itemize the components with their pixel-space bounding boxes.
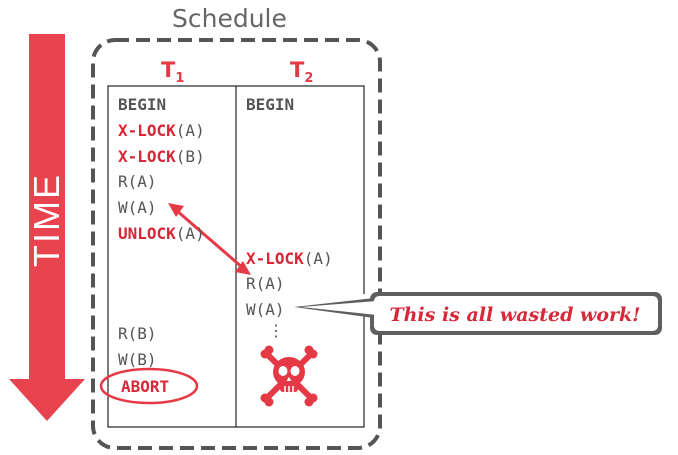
schedule-diagram: TIME Schedule T1 T2 BEGIN X-LOCK(A) X-LO… — [0, 0, 678, 455]
t1-begin: BEGIN — [118, 95, 167, 114]
t2-write-a: W(A) — [246, 300, 285, 319]
t1-header-letter: T — [161, 58, 176, 82]
diagram-graphics — [9, 34, 662, 450]
t1-unlock-a-arg: (A) — [175, 224, 205, 243]
t2-begin: BEGIN — [246, 95, 295, 114]
t2-header-letter: T — [290, 58, 305, 82]
t2-xlock-a: X-LOCK(A) — [246, 249, 333, 269]
t1-xlock-b: X-LOCK(B) — [118, 147, 205, 167]
t1-read-b: R(B) — [118, 324, 157, 343]
t2-header-sub: 2 — [304, 71, 314, 87]
t2-xlock-a-arg: (A) — [303, 249, 333, 268]
t1-xlock-a: X-LOCK(A) — [118, 121, 205, 141]
t1-xlock-a-keyword: X-LOCK — [118, 121, 176, 140]
t2-xlock-a-keyword: X-LOCK — [246, 249, 304, 268]
time-label: TIME — [26, 173, 67, 267]
t1-read-a: R(A) — [118, 172, 157, 191]
schedule-title: Schedule — [172, 4, 287, 33]
wasted-work-callout: This is all wasted work! — [389, 304, 641, 326]
t1-write-b: W(B) — [118, 350, 157, 369]
t1-xlock-b-arg: (B) — [175, 147, 205, 166]
t1-unlock-a-keyword: UNLOCK — [118, 224, 176, 243]
t1-unlock-a: UNLOCK(A) — [118, 224, 205, 244]
t1-xlock-a-arg: (A) — [175, 121, 205, 140]
t2-read-a: R(A) — [246, 274, 285, 293]
t2-continuation: ⋮ — [268, 321, 284, 340]
t1-xlock-b-keyword: X-LOCK — [118, 147, 176, 166]
t1-abort: ABORT — [121, 377, 170, 396]
t2-header: T2 — [290, 58, 313, 86]
t1-header-sub: 1 — [175, 71, 185, 87]
t1-header: T1 — [161, 58, 184, 86]
t1-write-a: W(A) — [118, 198, 157, 217]
